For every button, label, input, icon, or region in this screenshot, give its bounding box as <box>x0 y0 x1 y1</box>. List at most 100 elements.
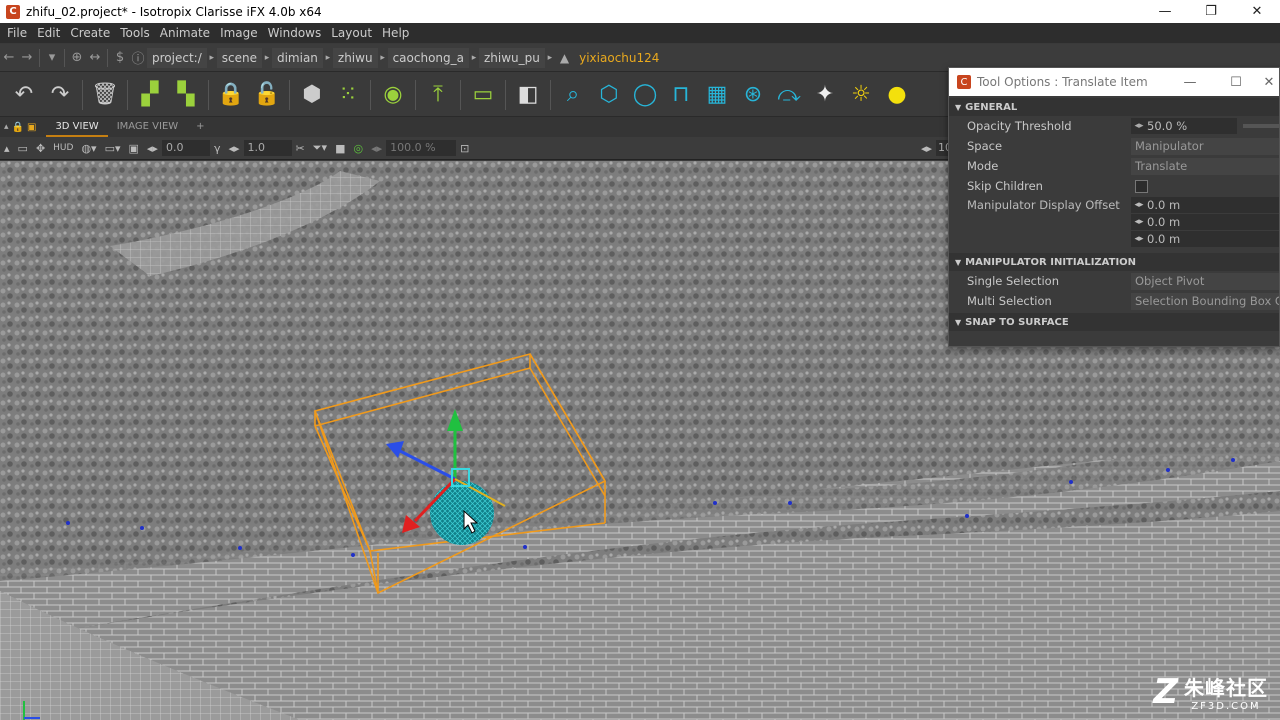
forward-arrow-icon[interactable]: → <box>18 50 36 65</box>
pin-icon[interactable]: ▴ <box>4 122 9 132</box>
single-selection-select[interactable]: Object Pivot <box>1131 272 1279 290</box>
target-icon[interactable]: ⊕ <box>68 50 86 65</box>
breadcrumb-dimian[interactable]: dimian <box>271 47 323 68</box>
breadcrumb-scene[interactable]: scene <box>216 47 262 68</box>
section-manipulator-initialization[interactable]: ▼ MANIPULATOR INITIALIZATION <box>949 253 1279 271</box>
clarisse-app: C zhifu_02.project* - Isotropix Clarisse… <box>0 0 1280 720</box>
ungroup-icon[interactable]: ▚ <box>171 78 201 112</box>
section-general-label: GENERAL <box>965 101 1018 113</box>
stepper-icon[interactable]: ◂▸ <box>1131 118 1147 134</box>
mode-select[interactable]: Translate <box>1131 157 1279 175</box>
right-stepper-icon[interactable]: ◂▸ <box>921 142 932 155</box>
view-menu-icon[interactable]: ▣ <box>27 122 36 133</box>
light-add-icon[interactable]: ✦ <box>810 78 840 112</box>
exposure-field[interactable]: 0.0 <box>161 140 210 156</box>
hud-label[interactable]: HUD <box>53 143 73 153</box>
globe-icon[interactable]: ⊛ <box>738 78 768 112</box>
multi-selection-select[interactable]: Selection Bounding Box Ce <box>1131 292 1279 310</box>
panel-close-button[interactable]: ✕ <box>1259 75 1279 90</box>
offset-x-field[interactable]: ◂▸ 0.0 m <box>1131 196 1279 213</box>
menu-tools[interactable]: Tools <box>115 26 155 40</box>
offset-y-field[interactable]: ◂▸ 0.0 m <box>1131 213 1279 230</box>
space-select[interactable]: Manipulator <box>1131 137 1279 155</box>
fit-icon[interactable]: ⊡ <box>460 142 469 155</box>
lock-icon[interactable]: 🔒 <box>216 78 246 112</box>
group-icon[interactable]: ▞ <box>135 78 165 112</box>
collapse-triangle-icon: ▼ <box>955 257 962 267</box>
image-icon[interactable]: ▣ <box>129 142 139 155</box>
undo-icon[interactable]: ↶ <box>9 78 39 112</box>
grid-icon[interactable]: ▦ <box>702 78 732 112</box>
combiner-icon[interactable]: ◧ <box>513 78 543 112</box>
breadcrumb-zhiwu-pu[interactable]: zhiwu_pu <box>479 47 545 68</box>
lock-view-icon[interactable]: 🔒 <box>12 122 24 133</box>
gamma-stepper-icon[interactable]: ◂▸ <box>228 142 239 155</box>
zoom-field[interactable]: 100.0 % <box>386 140 457 156</box>
close-button[interactable]: ✕ <box>1234 0 1280 23</box>
link-icon[interactable]: ↔ <box>86 50 104 65</box>
menu-animate[interactable]: Animate <box>155 26 215 40</box>
video-camera-icon[interactable]: ■ <box>335 142 345 155</box>
minimize-button[interactable]: — <box>1142 0 1188 23</box>
zoom-stepper-icon[interactable]: ◂▸ <box>371 142 382 155</box>
redo-icon[interactable]: ↷ <box>45 78 75 112</box>
cube-icon[interactable]: ⬡ <box>594 78 624 112</box>
info-icon[interactable]: ⓘ <box>129 48 147 67</box>
delete-icon[interactable]: 🗑 <box>90 78 120 112</box>
box-object-icon[interactable]: ⬢ <box>297 78 327 112</box>
tab-image-view[interactable]: IMAGE VIEW <box>108 117 187 137</box>
import-icon[interactable]: ⤒ <box>423 78 453 112</box>
reference-icon[interactable]: ◉ <box>378 78 408 112</box>
sync-icon[interactable]: $ <box>111 50 129 65</box>
menu-create[interactable]: Create <box>65 26 115 40</box>
menu-edit[interactable]: Edit <box>32 26 65 40</box>
panel-titlebar[interactable]: C Tool Options : Translate Item — ☐ ✕ <box>949 68 1279 96</box>
scatter-icon[interactable]: ⁙ <box>333 78 363 112</box>
multi-selection-row: Multi Selection Selection Bounding Box C… <box>949 291 1279 311</box>
collapse-icon[interactable]: ▴ <box>4 142 10 155</box>
menu-help[interactable]: Help <box>377 26 414 40</box>
unlock-icon[interactable]: 🔓 <box>252 78 282 112</box>
menu-file[interactable]: File <box>2 26 32 40</box>
breadcrumb-caochong[interactable]: caochong_a <box>387 47 469 68</box>
opacity-threshold-field[interactable]: ◂▸ 50.0 % <box>1131 118 1237 134</box>
offset-z-field[interactable]: ◂▸ 0.0 m <box>1131 230 1279 247</box>
history-dropdown-icon[interactable]: ▾ <box>43 50 61 65</box>
sun-light-icon[interactable]: ☼ <box>846 78 876 112</box>
back-arrow-icon[interactable]: ← <box>0 50 18 65</box>
menu-windows[interactable]: Windows <box>263 26 327 40</box>
tools-icon[interactable]: ✂ <box>296 142 305 155</box>
breadcrumb-zhiwu[interactable]: zhiwu <box>332 47 378 68</box>
restore-button[interactable]: ❐ <box>1188 0 1234 23</box>
curve-icon[interactable]: ⤼ <box>774 78 804 112</box>
opacity-slider[interactable] <box>1243 124 1279 128</box>
offset-x-value: 0.0 m <box>1147 197 1181 212</box>
tab-3d-view[interactable]: 3D VIEW <box>46 117 108 137</box>
add-tab-button[interactable]: + <box>187 117 213 137</box>
breadcrumb-project[interactable]: project:/ <box>147 47 207 68</box>
section-snap-to-surface[interactable]: ▼ SNAP TO SURFACE <box>949 313 1279 331</box>
shading-icon[interactable]: ◍▾ <box>81 142 96 155</box>
display-icon[interactable]: ▭▾ <box>105 142 121 155</box>
refresh-icon[interactable]: ◎ <box>353 142 363 155</box>
filter-icon[interactable]: ⏷▾ <box>313 141 327 155</box>
skip-children-checkbox[interactable] <box>1135 179 1148 193</box>
exposure-stepper-icon[interactable]: ◂▸ <box>147 142 158 155</box>
breadcrumb-active-item[interactable]: yixiaochu124 <box>574 48 664 68</box>
section-general[interactable]: ▼ GENERAL <box>949 98 1279 116</box>
stepper-icon[interactable]: ◂▸ <box>1131 197 1147 213</box>
stepper-icon[interactable]: ◂▸ <box>1131 231 1147 247</box>
gamma-field[interactable]: 1.0 <box>243 140 292 156</box>
panel-minimize-button[interactable]: — <box>1167 75 1213 90</box>
menu-layout[interactable]: Layout <box>326 26 377 40</box>
sphere-icon[interactable]: ◯ <box>630 78 660 112</box>
comment-icon[interactable]: ▭ <box>468 78 498 112</box>
panel-maximize-button[interactable]: ☐ <box>1213 75 1259 90</box>
menu-image[interactable]: Image <box>215 26 263 40</box>
move-icon[interactable]: ✥ <box>36 142 45 155</box>
camera-icon[interactable]: ⌕ <box>558 78 588 112</box>
point-light-icon[interactable]: ● <box>882 78 912 112</box>
cylinder-icon[interactable]: ⊓ <box>666 78 696 112</box>
stepper-icon[interactable]: ◂▸ <box>1131 214 1147 230</box>
save-view-icon[interactable]: ▭ <box>18 142 28 155</box>
